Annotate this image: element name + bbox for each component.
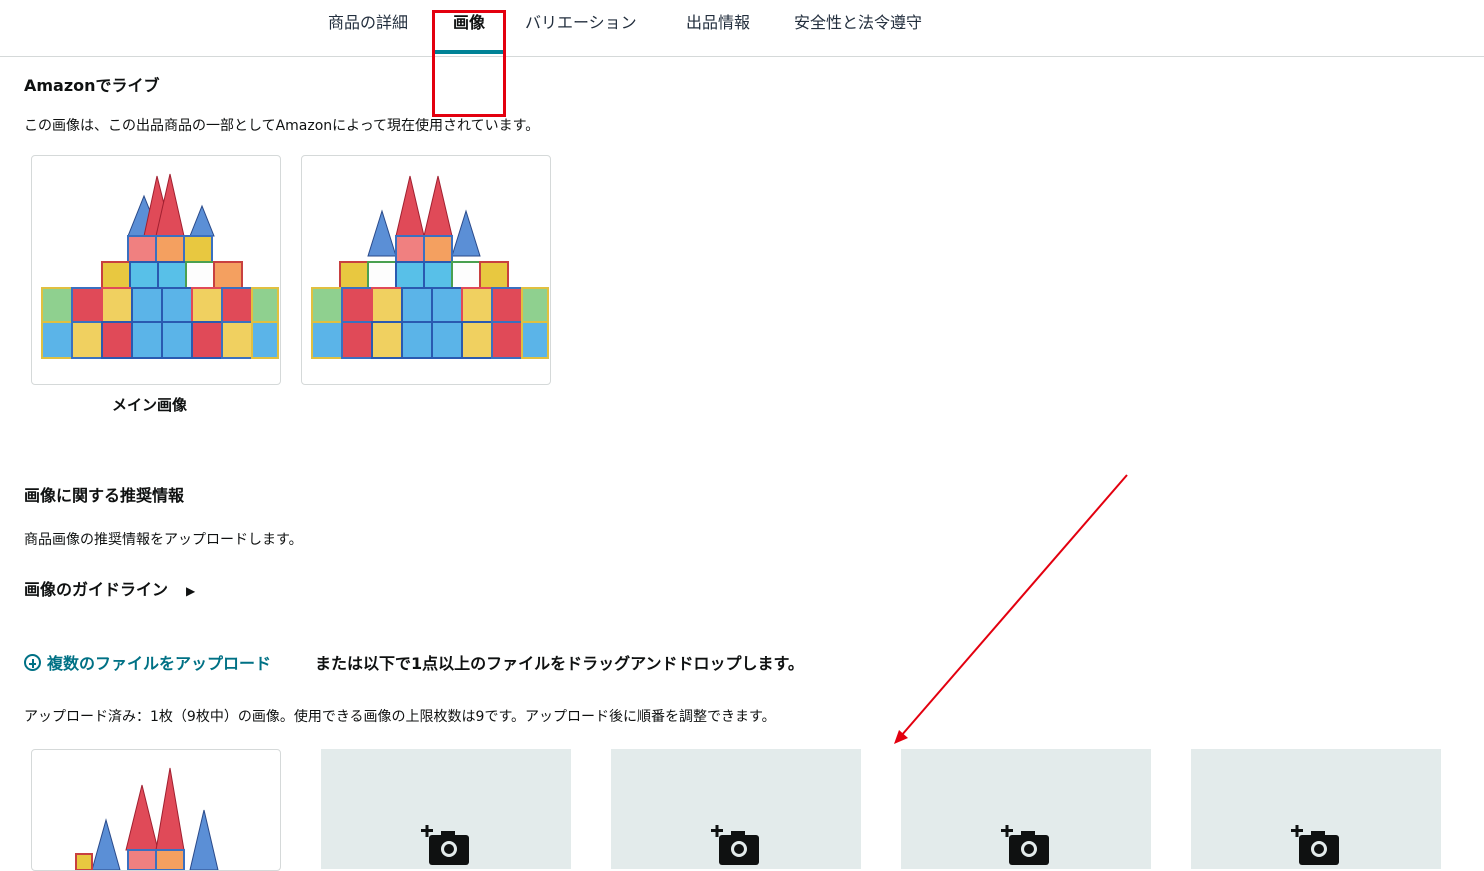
annotation-arrow <box>894 474 1128 744</box>
